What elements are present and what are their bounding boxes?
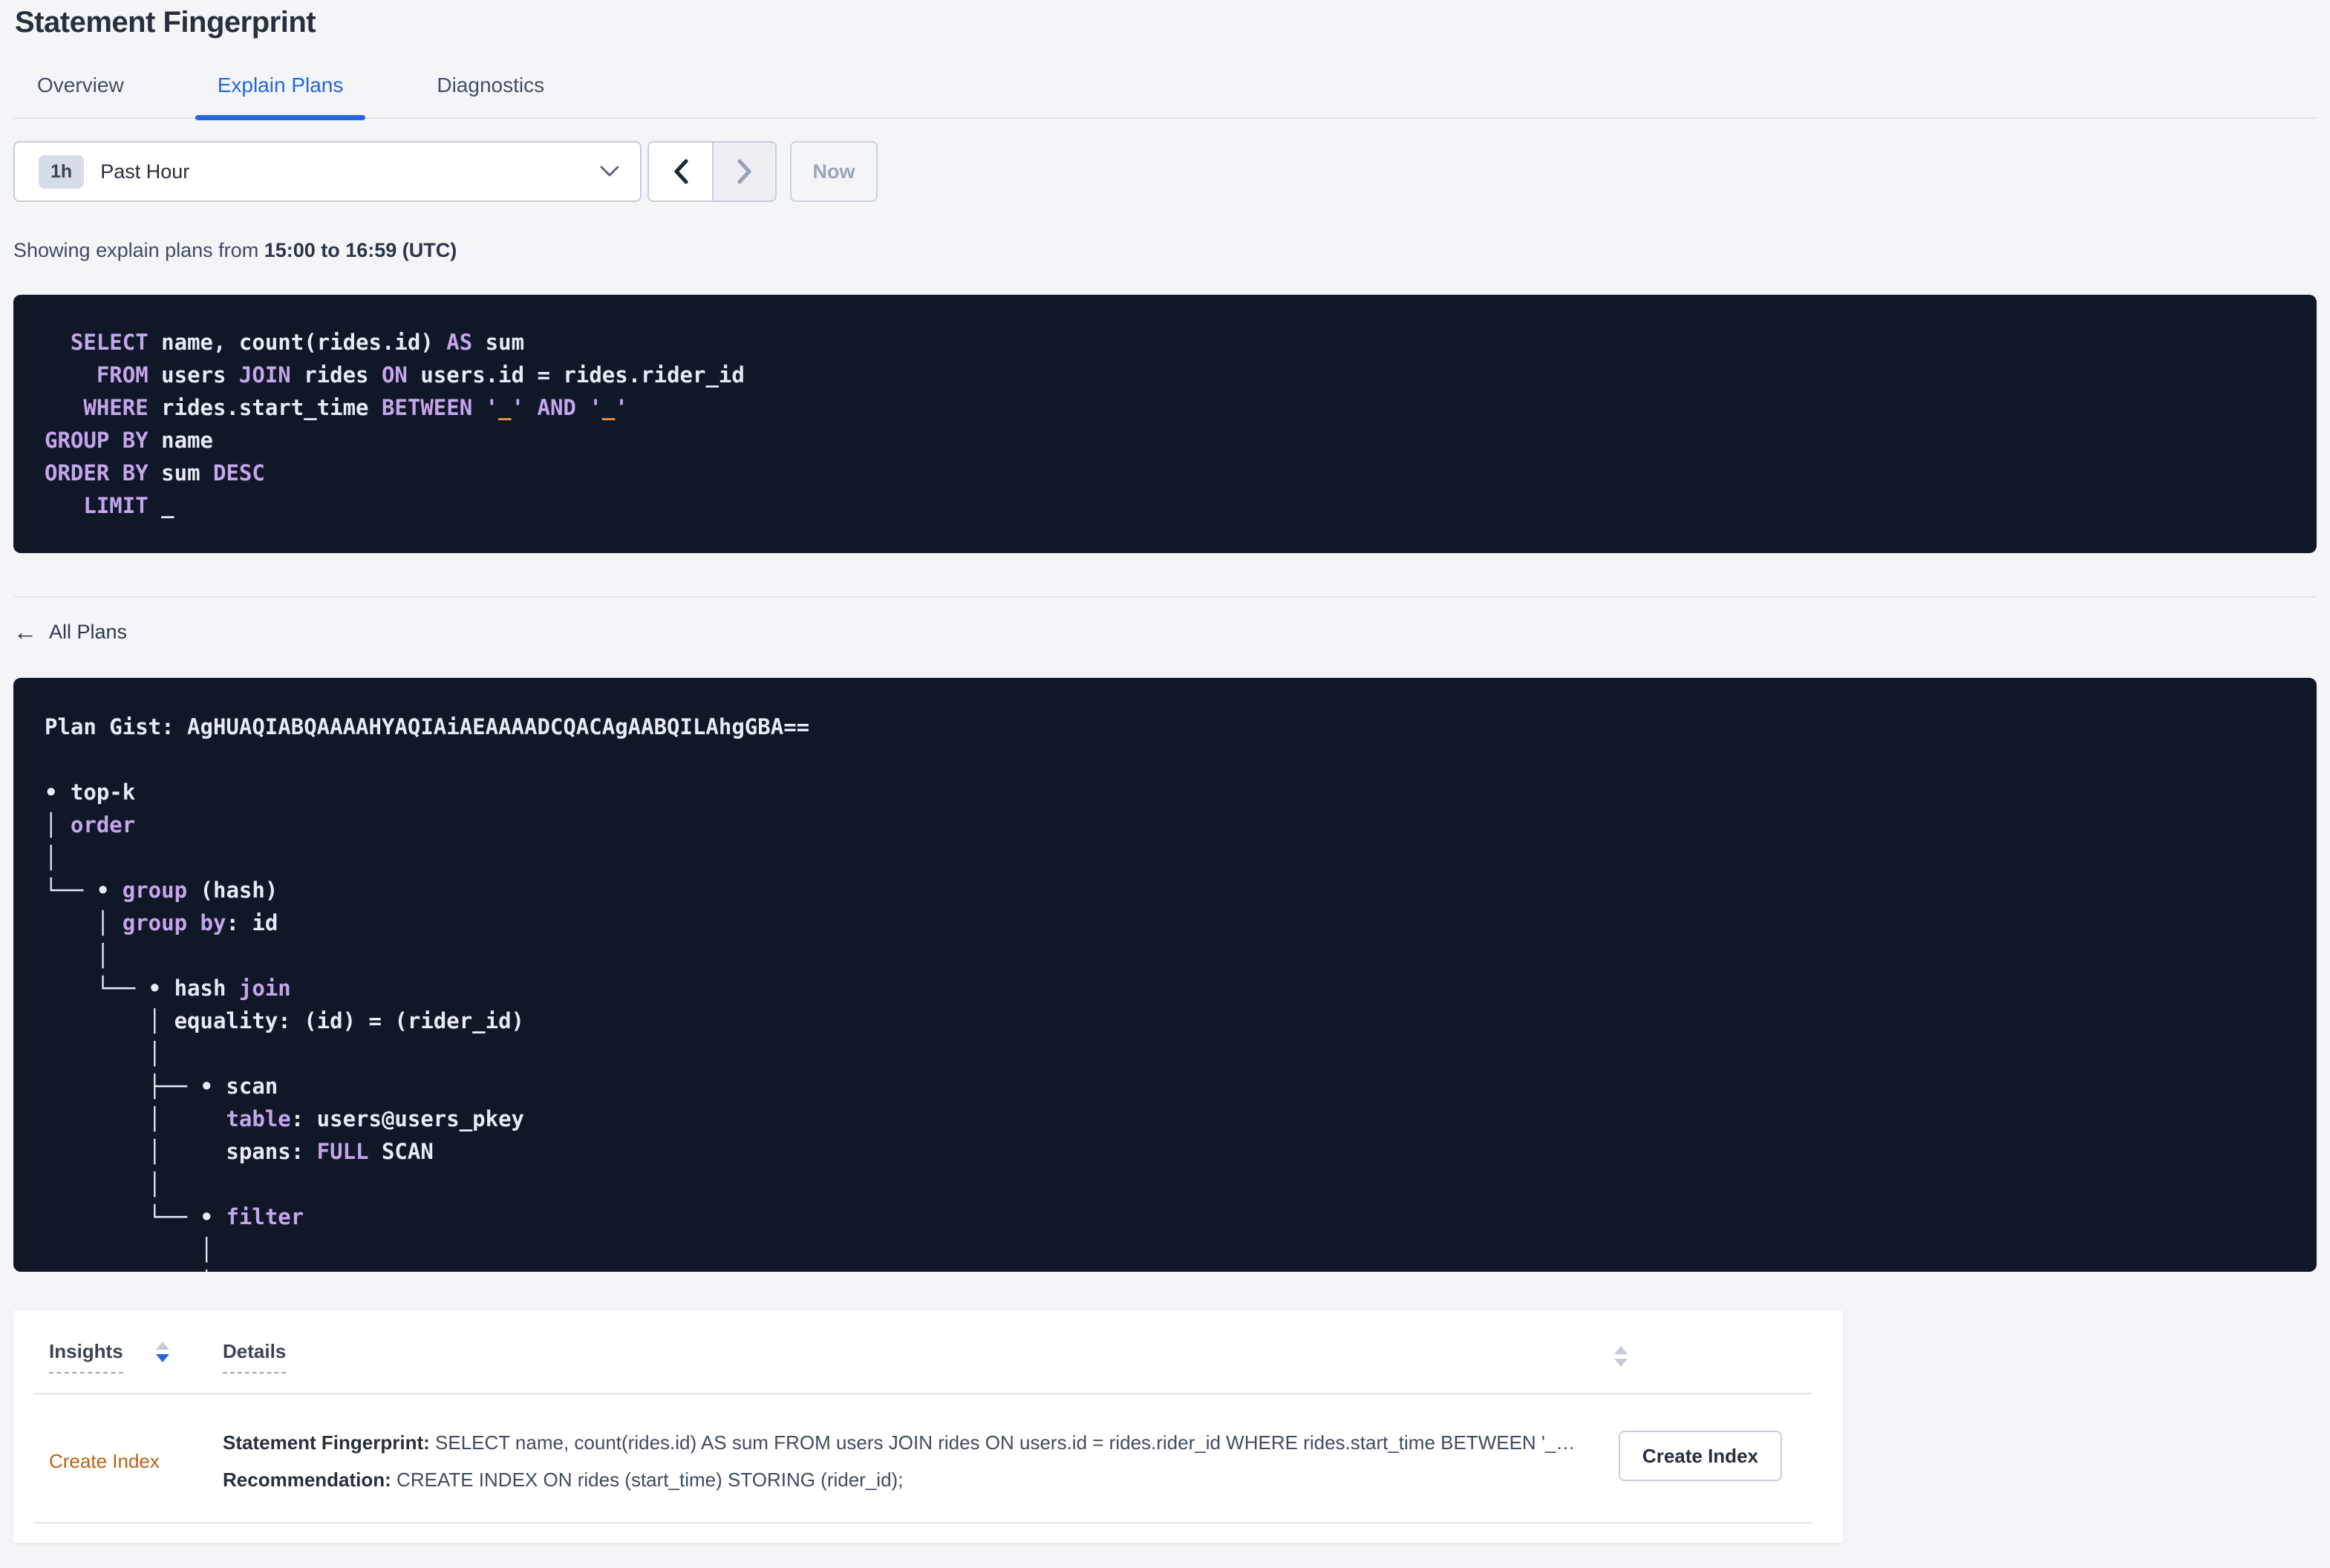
sort-icon-secondary[interactable] [1614, 1346, 1628, 1367]
chevron-down-icon [600, 166, 619, 177]
statement-fingerprint-label: Statement Fingerprint: [223, 1431, 430, 1454]
sort-down-triangle [155, 1354, 169, 1362]
recommendation-text: CREATE INDEX ON rides (start_time) STORI… [397, 1469, 904, 1491]
chevron-left-icon [674, 159, 688, 184]
insight-details: Statement Fingerprint: SELECT name, coun… [223, 1424, 1812, 1498]
all-plans-label: All Plans [49, 620, 128, 643]
sort-up-triangle [1614, 1346, 1628, 1354]
statement-fingerprint-line: Statement Fingerprint: SELECT name, coun… [223, 1424, 1575, 1461]
page-title: Statement Fingerprint [15, 6, 316, 39]
time-controls: 1h Past Hour Now [13, 141, 2317, 202]
plan-gist-tree: Plan Gist: AgHUAQIABQAAAAHYAQIAiAEAAAADC… [45, 714, 810, 1272]
showing-prefix: Showing explain plans from [13, 239, 264, 261]
table-row: Create Index Statement Fingerprint: SELE… [34, 1394, 1812, 1523]
insights-header-label[interactable]: Insights [49, 1340, 123, 1373]
tab-diagnostics[interactable]: Diagnostics [414, 73, 567, 117]
now-button[interactable]: Now [790, 141, 878, 202]
statement-fingerprint-text: SELECT name, count(rides.id) AS sum FROM… [435, 1431, 1576, 1454]
details-header-label[interactable]: Details [223, 1340, 287, 1373]
sql-statement-block: SELECT name, count(rides.id) AS sum FROM… [13, 295, 2317, 553]
time-interval-select[interactable]: 1h Past Hour [13, 141, 642, 202]
showing-range-bold: 15:00 to 16:59 (UTC) [264, 239, 457, 261]
chevron-right-icon [737, 159, 751, 184]
tab-overview[interactable]: Overview [15, 73, 146, 117]
insights-panel: Insights Details Create Index Statement … [13, 1310, 1843, 1543]
create-index-button[interactable]: Create Index [1618, 1431, 1782, 1481]
next-interval-button[interactable] [712, 143, 775, 200]
tab-bar: Overview Explain Plans Diagnostics [13, 73, 2317, 120]
sort-down-triangle [1614, 1359, 1628, 1367]
arrow-left-icon: ← [13, 618, 37, 645]
plan-gist-block: Plan Gist: AgHUAQIABQAAAAHYAQIAiAEAAAADC… [13, 678, 2317, 1272]
insight-type-link[interactable]: Create Index [49, 1450, 223, 1473]
recommendation-label: Recommendation: [223, 1469, 391, 1491]
section-divider [13, 596, 2317, 598]
showing-range-text: Showing explain plans from 15:00 to 16:5… [13, 239, 2317, 262]
recommendation-line: Recommendation: CREATE INDEX ON rides (s… [223, 1461, 1567, 1498]
tab-explain-plans[interactable]: Explain Plans [195, 73, 366, 120]
insights-table-header: Insights Details [13, 1310, 1843, 1373]
time-interval-badge: 1h [39, 154, 85, 189]
time-range-label: Past Hour [100, 160, 190, 183]
time-nav-group [647, 141, 777, 202]
insights-column-header: Insights [49, 1340, 223, 1373]
all-plans-link[interactable]: ← All Plans [13, 620, 127, 644]
sort-up-triangle [155, 1342, 169, 1350]
details-column-header: Details [223, 1340, 1807, 1373]
statement-fingerprint-page: Statement Fingerprint Overview Explain Pl… [0, 4, 2330, 1543]
sort-icon-insights[interactable] [155, 1342, 169, 1362]
prev-interval-button[interactable] [649, 143, 712, 200]
